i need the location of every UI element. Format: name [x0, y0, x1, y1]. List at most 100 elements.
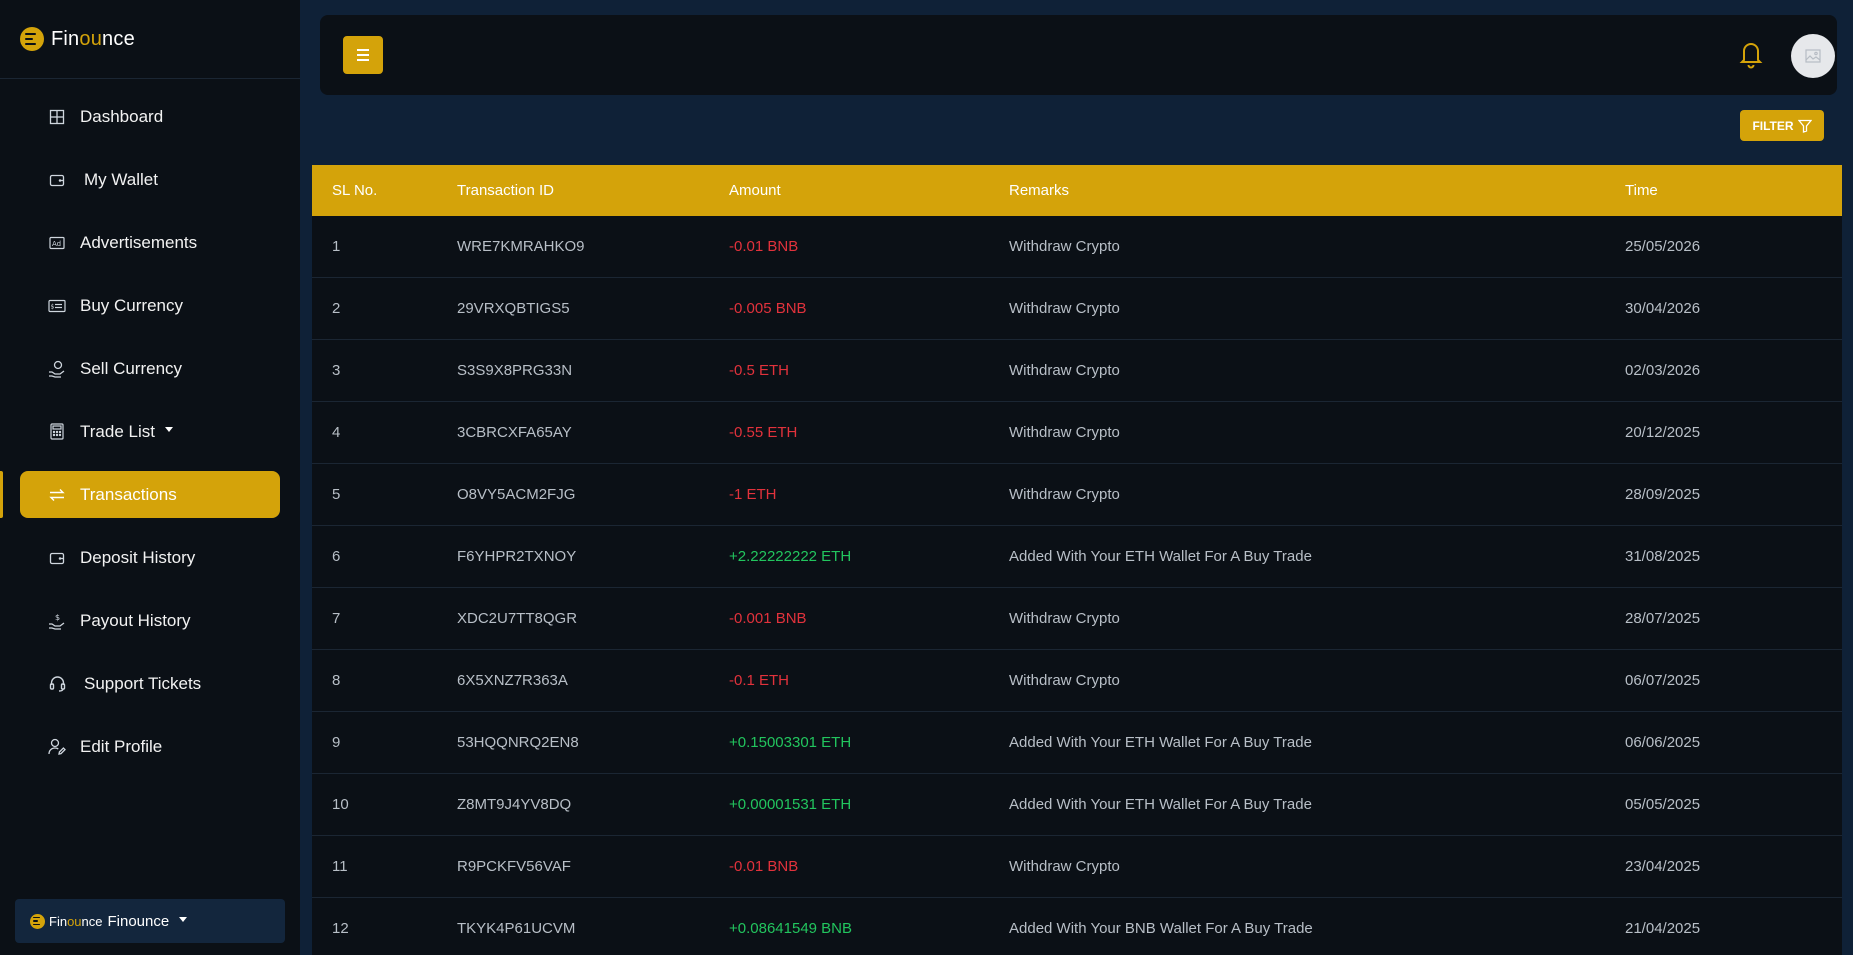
- sidebar-item-payout-history[interactable]: $ Payout History: [20, 597, 280, 644]
- column-header-sl[interactable]: SL No.: [312, 182, 457, 199]
- cell-remarks: Withdraw Crypto: [1009, 238, 1120, 255]
- cell-amount: +2.22222222 ETH: [729, 548, 852, 565]
- cell-amount: -0.005 BNB: [729, 300, 807, 317]
- filter-icon: [1797, 119, 1812, 133]
- cell-time: 05/05/2025: [1625, 796, 1701, 813]
- table-row[interactable]: 4 3CBRCXFA65AY -0.55 ETH Withdraw Crypto 20/…: [312, 402, 1842, 464]
- sidebar-item-sell-currency[interactable]: Sell Currency: [20, 345, 280, 392]
- table-row[interactable]: 5 O8VY5ACM2FJG -1 ETH Withdraw Crypto 28/09/…: [312, 464, 1842, 526]
- table-row[interactable]: 8 6X5XNZ7R363A -0.1 ETH Withdraw Crypto 06/0…: [312, 650, 1842, 712]
- table-row[interactable]: 12 TKYK4P61UCVM +0.08641549 BNB Added With …: [312, 898, 1842, 955]
- table-row[interactable]: 2 29VRXQBTIGS5 -0.005 BNB Withdraw Crypto 30…: [312, 278, 1842, 340]
- sidebar-item-label: Dashboard: [80, 106, 164, 126]
- table-row[interactable]: 3 S3S9X8PRG33N -0.5 ETH Withdraw Crypto 02/0…: [312, 340, 1842, 402]
- menu-toggle-button[interactable]: [343, 36, 383, 74]
- user-edit-icon: [48, 738, 66, 756]
- column-header-amount[interactable]: Amount: [729, 182, 1009, 199]
- cell-time: 06/06/2025: [1625, 734, 1701, 751]
- cell-sl: 6: [332, 548, 341, 565]
- sidebar-item-label: Payout History: [80, 610, 191, 630]
- table-row[interactable]: 6 F6YHPR2TXNOY +2.22222222 ETH Added With Y…: [312, 526, 1842, 588]
- cell-transaction-id: O8VY5ACM2FJG: [457, 486, 576, 503]
- cell-time: 25/05/2026: [1625, 238, 1701, 255]
- cell-time: 02/03/2026: [1625, 362, 1701, 379]
- avatar[interactable]: [1791, 34, 1835, 78]
- sidebar-item-deposit-history[interactable]: Deposit History: [20, 534, 280, 581]
- user-switch-dropdown[interactable]: Finounce Finounce: [15, 899, 285, 943]
- brand-name: Finounce: [51, 27, 135, 50]
- finounce-logo-icon: [20, 27, 44, 51]
- ad-icon: Ad: [48, 234, 66, 252]
- transactions-table: SL No. Transaction ID Amount Remarks Tim…: [312, 165, 1842, 955]
- sidebar: Finounce Dashboard My Wallet Ad Advertis…: [0, 0, 300, 955]
- table-row[interactable]: 10 Z8MT9J4YV8DQ +0.00001531 ETH Added With …: [312, 774, 1842, 836]
- cell-remarks: Withdraw Crypto: [1009, 424, 1120, 441]
- cell-sl: 12: [332, 920, 349, 937]
- table-header: SL No. Transaction ID Amount Remarks Tim…: [312, 165, 1842, 216]
- chevron-down-icon: [179, 916, 188, 922]
- filter-button[interactable]: FILTER: [1740, 110, 1824, 141]
- column-header-remarks[interactable]: Remarks: [1009, 182, 1625, 199]
- cell-remarks: Withdraw Crypto: [1009, 300, 1120, 317]
- svg-text:Ad: Ad: [52, 240, 61, 248]
- sidebar-item-transactions[interactable]: Transactions: [0, 471, 280, 518]
- sidebar-item-label: Trade List: [80, 421, 155, 441]
- table-row[interactable]: 9 53HQQNRQ2EN8 +0.15003301 ETH Added With Y…: [312, 712, 1842, 774]
- cell-transaction-id: 53HQQNRQ2EN8: [457, 734, 579, 751]
- cell-transaction-id: 6X5XNZ7R363A: [457, 672, 568, 689]
- payout-icon: $: [48, 612, 66, 630]
- cell-sl: 11: [332, 858, 348, 875]
- cell-time: 20/12/2025: [1625, 424, 1701, 441]
- column-header-time[interactable]: Time: [1625, 182, 1842, 199]
- cell-transaction-id: XDC2U7TT8QGR: [457, 610, 578, 627]
- user-switch-name: Finounce: [107, 912, 170, 930]
- cell-time: 31/08/2025: [1625, 548, 1701, 565]
- sidebar-item-label: Edit Profile: [80, 736, 163, 756]
- cell-amount: -0.001 BNB: [729, 610, 807, 627]
- notification-bell-icon[interactable]: [1738, 39, 1764, 69]
- hand-coin-icon: [48, 360, 66, 378]
- table-body: 1 WRE7KMRAHKO9 -0.01 BNB Withdraw Crypto 25/…: [312, 216, 1842, 955]
- cell-sl: 4: [332, 424, 341, 441]
- cell-time: 30/04/2026: [1625, 300, 1701, 317]
- table-row[interactable]: 11 R9PCKFV56VAF -0.01 BNB Withdraw Crypto 23…: [312, 836, 1842, 898]
- cell-transaction-id: R9PCKFV56VAF: [457, 858, 571, 875]
- cell-amount: -0.01 BNB: [729, 238, 799, 255]
- cell-remarks: Added With Your BNB Wallet For A Buy Tra…: [1009, 920, 1313, 937]
- table-row[interactable]: 7 XDC2U7TT8QGR -0.001 BNB Withdraw Crypto 28…: [312, 588, 1842, 650]
- cell-transaction-id: WRE7KMRAHKO9: [457, 238, 585, 255]
- sidebar-item-support-tickets[interactable]: Support Tickets: [20, 660, 280, 707]
- sidebar-item-trade-list[interactable]: Trade List: [20, 408, 280, 455]
- card-icon: $: [48, 297, 66, 315]
- filter-label: FILTER: [1752, 118, 1794, 133]
- brand-logo[interactable]: Finounce: [0, 0, 300, 79]
- cell-amount: -0.5 ETH: [729, 362, 790, 379]
- cell-sl: 10: [332, 796, 349, 813]
- sidebar-item-edit-profile[interactable]: Edit Profile: [20, 723, 280, 770]
- cell-amount: -0.01 BNB: [729, 858, 799, 875]
- column-header-transaction-id[interactable]: Transaction ID: [457, 182, 729, 199]
- cell-remarks: Withdraw Crypto: [1009, 672, 1120, 689]
- cell-remarks: Withdraw Crypto: [1009, 486, 1120, 503]
- sidebar-item-my-wallet[interactable]: My Wallet: [20, 156, 280, 203]
- cell-sl: 2: [332, 300, 341, 317]
- cell-time: 28/09/2025: [1625, 486, 1701, 503]
- cell-transaction-id: 29VRXQBTIGS5: [457, 300, 570, 317]
- cell-remarks: Withdraw Crypto: [1009, 858, 1120, 875]
- sidebar-item-advertisements[interactable]: Ad Advertisements: [20, 219, 280, 266]
- svg-text:$: $: [51, 303, 55, 310]
- cell-sl: 5: [332, 486, 341, 503]
- cell-remarks: Added With Your ETH Wallet For A Buy Tra…: [1009, 796, 1312, 813]
- cell-remarks: Withdraw Crypto: [1009, 610, 1120, 627]
- cell-time: 28/07/2025: [1625, 610, 1701, 627]
- cell-remarks: Added With Your ETH Wallet For A Buy Tra…: [1009, 548, 1312, 565]
- sidebar-item-dashboard[interactable]: Dashboard: [20, 93, 280, 140]
- sidebar-item-buy-currency[interactable]: $ Buy Currency: [20, 282, 280, 329]
- cell-sl: 1: [332, 238, 341, 255]
- cell-sl: 8: [332, 672, 341, 689]
- cell-transaction-id: Z8MT9J4YV8DQ: [457, 796, 572, 813]
- table-row[interactable]: 1 WRE7KMRAHKO9 -0.01 BNB Withdraw Crypto 25/…: [312, 216, 1842, 278]
- sidebar-item-label: Buy Currency: [80, 295, 183, 315]
- headset-icon: [48, 675, 66, 693]
- cell-remarks: Withdraw Crypto: [1009, 362, 1120, 379]
